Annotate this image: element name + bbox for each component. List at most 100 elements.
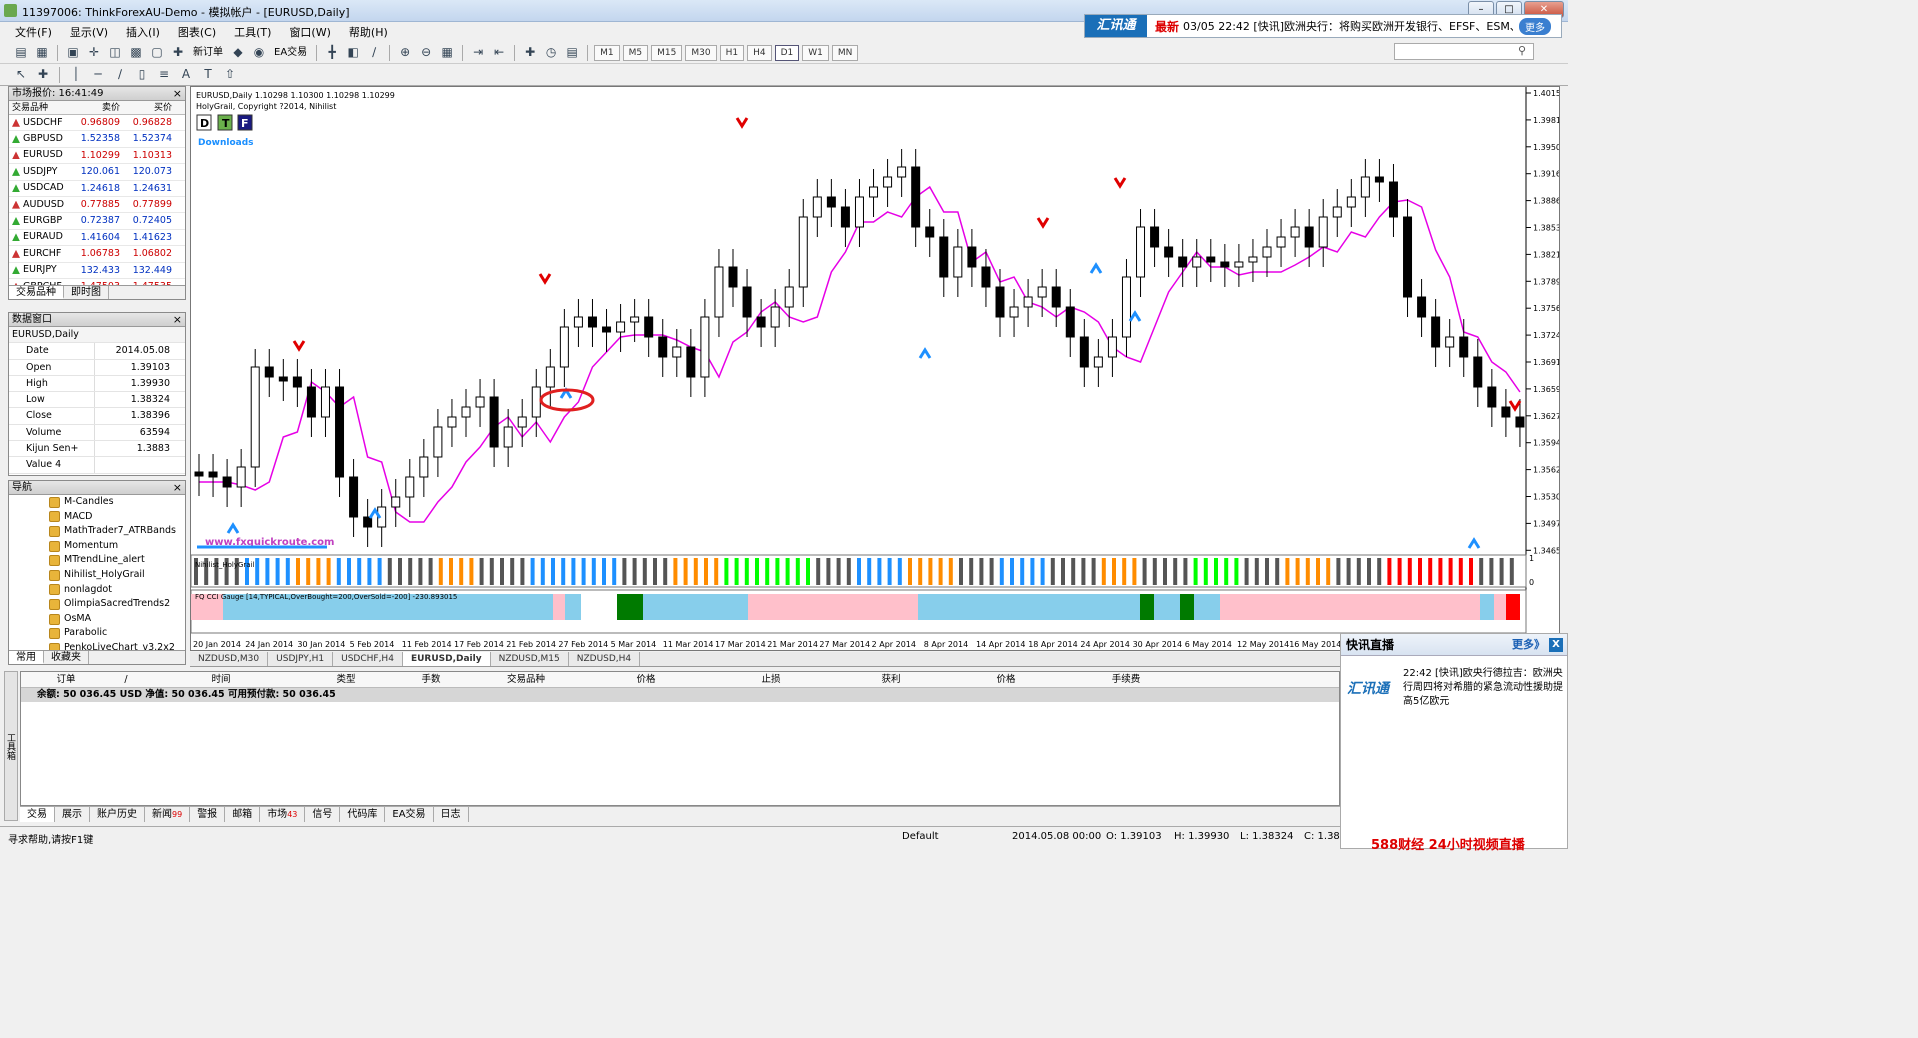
market-watch-row[interactable]: EURCHF 1.06783 1.06802 [9,246,185,263]
price-chart[interactable]: 1.40155 1.39810 1.39505 1.39160 1.38860 1.385… [190,87,1566,650]
candlestick-icon[interactable]: ◧ [344,44,362,61]
live-news-text[interactable]: 22:42 [快讯]欧央行德拉吉：欧洲央行周四将对希腊的紧急流动性援助提高5亿欧… [1403,667,1565,709]
bar-chart-icon[interactable]: ╋ [323,44,341,61]
navigator-icon[interactable]: ◫ [106,44,124,61]
tester-icon[interactable]: ▢ [148,44,166,61]
channel-icon[interactable]: ▯ [133,66,151,83]
data-window-icon[interactable]: ✛ [85,44,103,61]
market-watch-row[interactable]: AUDUSD 0.77885 0.77899 [9,197,185,214]
chart-window[interactable]: 1.40155 1.39810 1.39505 1.39160 1.38860 1.385… [190,86,1566,651]
navigator-item[interactable]: M-Candles [9,495,185,510]
crosshair-icon[interactable]: ✚ [34,66,52,83]
menu-view[interactable]: 显示(V) [61,24,117,40]
indicators-icon[interactable]: ✚ [521,44,539,61]
live-news-more-link[interactable]: 更多》 [1512,634,1545,656]
terminal-tab[interactable]: 信号 [305,807,341,822]
tab-favorites[interactable]: 收藏夹 [44,651,89,664]
close-icon[interactable]: × [173,481,182,494]
tab-tick-chart[interactable]: 即时图 [64,286,109,299]
tf-w1[interactable]: W1 [802,44,829,61]
terminal-tab[interactable]: EA交易 [385,807,434,822]
col-ask[interactable]: 买价 [123,101,175,114]
arrows-icon[interactable]: ⇧ [221,66,239,83]
terminal-column-header[interactable]: 手续费 [1061,672,1191,687]
zoom-in-icon[interactable]: ⊕ [396,44,414,61]
tf-m1[interactable]: M1 [594,44,620,61]
market-watch-row[interactable]: EURAUD 1.41604 1.41623 [9,230,185,247]
news-more-button[interactable]: 更多 [1519,17,1552,35]
close-icon[interactable]: × [173,87,182,100]
tf-m5[interactable]: M5 [622,44,649,61]
navigator-item[interactable]: Momentum [9,539,185,554]
toolbox-label[interactable]: 工具箱 [4,671,18,821]
chart-tab[interactable]: NZDUSD,M15 [491,652,569,666]
new-order-button[interactable]: 新订单 [190,44,226,61]
menu-charts[interactable]: 图表(C) [169,24,225,40]
terminal-column-header[interactable]: 手数 [391,672,471,687]
ea-icon[interactable]: ◉ [250,44,268,61]
tf-m15[interactable]: M15 [651,44,683,61]
navigator-item[interactable]: Nihilist_HolyGrail [9,568,185,583]
terminal-tab[interactable]: 市场43 [260,807,306,822]
downloads-link[interactable]: Downloads [198,138,254,148]
terminal-tab[interactable]: 代码库 [340,807,386,822]
fibonacci-icon[interactable]: ≡ [155,66,173,83]
menu-file[interactable]: 文件(F) [6,24,61,40]
new-order-icon[interactable]: ✚ [169,44,187,61]
menu-tools[interactable]: 工具(T) [225,24,280,40]
market-watch-row[interactable]: USDCAD 1.24618 1.24631 [9,181,185,197]
chart-tab[interactable]: USDCHF,H4 [333,652,403,666]
search-icon[interactable]: ⚲ [1518,44,1526,57]
trendline-icon[interactable]: ∕ [111,66,129,83]
live-news-ticker[interactable]: 588财经 24小时视频直播 [1371,834,1525,853]
tf-h4[interactable]: H4 [747,44,772,61]
terminal-column-header[interactable]: / [111,672,141,687]
tf-h1[interactable]: H1 [719,44,745,61]
terminal-column-header[interactable]: 类型 [301,672,391,687]
market-watch-row[interactable]: GBPUSD 1.52358 1.52374 [9,131,185,148]
chart-tab[interactable]: USDJPY,H1 [268,652,334,666]
terminal-tab[interactable]: 新闻99 [145,807,191,822]
news-bar[interactable]: 汇讯通 最新 03/05 22:42 [快讯]欧洲央行：将购买欧洲开发银行、EF… [1084,14,1562,38]
navigator-item[interactable]: MathTrader7_ATRBands [9,524,185,539]
chart-shift-icon[interactable]: ⇤ [490,44,508,61]
line-chart-icon[interactable]: ∕ [365,44,383,61]
chart-tab[interactable]: EURUSD,Daily [402,652,491,666]
col-symbol[interactable]: 交易品种 [9,101,71,114]
terminal-tab[interactable]: 警报 [190,807,226,822]
navigator-item[interactable]: OlimpiaSacredTrends2 [9,597,185,612]
new-chart-icon[interactable]: ▤ [12,44,30,61]
metaeditor-icon[interactable]: ◆ [229,44,247,61]
terminal-column-header[interactable]: 订单 [21,672,111,687]
terminal-column-header[interactable]: 时间 [141,672,301,687]
tab-common[interactable]: 常用 [9,651,44,664]
vertical-line-icon[interactable]: │ [67,66,85,83]
col-bid[interactable]: 卖价 [71,101,123,114]
tf-m30[interactable]: M30 [685,44,717,61]
ea-trading-button[interactable]: EA交易 [271,44,310,61]
chart-tab[interactable]: NZDUSD,M30 [190,652,269,666]
market-watch-row[interactable]: USDJPY 120.061 120.073 [9,164,185,181]
market-watch-row[interactable]: USDCHF 0.96809 0.96828 [9,115,185,132]
tile-windows-icon[interactable]: ▦ [438,44,456,61]
navigator-item[interactable]: nonlagdot [9,583,185,598]
news-headline[interactable]: 03/05 22:42 [快讯]欧洲央行：将购买欧洲开发银行、EFSF、ESM、… [1183,18,1513,34]
navigator-item[interactable]: Parabolic [9,626,185,641]
periods-icon[interactable]: ◷ [542,44,560,61]
terminal-column-header[interactable]: 止损 [711,672,831,687]
terminal-column-header[interactable]: 交易品种 [471,672,581,687]
menu-window[interactable]: 窗口(W) [280,24,339,40]
horizontal-line-icon[interactable]: ─ [89,66,107,83]
profiles-icon[interactable]: ▦ [33,44,51,61]
navigator-item[interactable]: MACD [9,510,185,525]
autoscroll-icon[interactable]: ⇥ [469,44,487,61]
close-icon[interactable]: × [173,313,182,326]
terminal-column-header[interactable]: 价格 [951,672,1061,687]
tab-symbols[interactable]: 交易品种 [9,286,64,299]
terminal-tab[interactable]: 邮箱 [225,807,261,822]
templates-icon[interactable]: ▤ [563,44,581,61]
market-watch-row[interactable]: EURUSD 1.10299 1.10313 [9,148,185,165]
search-input[interactable] [1394,43,1534,60]
navigator-item[interactable]: MTrendLine_alert [9,553,185,568]
terminal-tab[interactable]: 账户历史 [90,807,145,822]
